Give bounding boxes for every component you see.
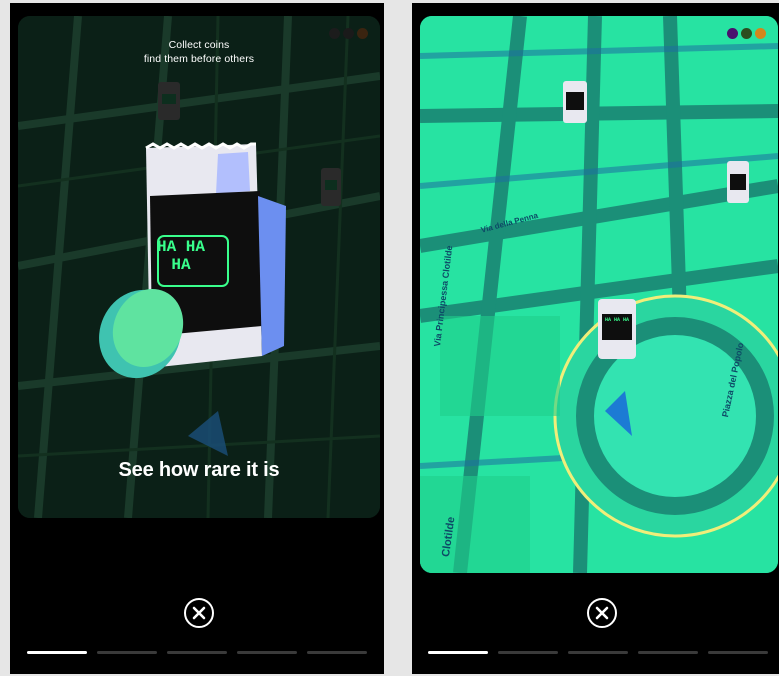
dark-map-screen: Collect coins find them before others HA… (18, 16, 380, 518)
close-button[interactable] (587, 598, 617, 628)
dot-3 (755, 28, 766, 39)
close-icon (192, 606, 206, 620)
progress-segment (638, 651, 698, 654)
map-pack-center[interactable] (598, 299, 636, 359)
map-pack-right[interactable] (727, 161, 749, 203)
dot-1 (727, 28, 738, 39)
close-button[interactable] (184, 598, 214, 628)
caption-top-line-1: Collect coins (168, 39, 230, 51)
small-pack-right[interactable] (321, 168, 341, 206)
progress-segment (237, 651, 297, 654)
close-icon (595, 606, 609, 620)
progress-segment (167, 651, 227, 654)
bright-map-screen: HA HA HA Via Principessa Clotilde Piazza… (420, 16, 778, 573)
dot-3 (357, 28, 368, 39)
progress-segment (307, 651, 367, 654)
page-dots (727, 28, 766, 39)
caption-top: Collect coins find them before others (18, 38, 380, 66)
onboarding-panel-right: HA HA HA Via Principessa Clotilde Piazza… (412, 3, 779, 674)
progress-bar (27, 651, 367, 654)
dot-1 (329, 28, 340, 39)
progress-segment (498, 651, 558, 654)
caption-top-line-2: find them before others (143, 53, 255, 65)
bright-map (420, 16, 778, 573)
pack-label: HA HA HA (156, 238, 205, 274)
page-dots (329, 28, 368, 39)
pack-label: HA HA HA (604, 317, 629, 323)
progress-segment (568, 651, 628, 654)
dot-2 (741, 28, 752, 39)
caption-bottom: See how rare it is (118, 459, 280, 481)
progress-segment (97, 651, 157, 654)
progress-segment (428, 651, 488, 654)
onboarding-panel-left: Collect coins find them before others HA… (10, 3, 384, 674)
progress-bar (428, 651, 768, 654)
small-pack-top[interactable] (158, 82, 180, 120)
progress-segment (27, 651, 87, 654)
map-pack-top[interactable] (563, 81, 587, 123)
dot-2 (343, 28, 354, 39)
progress-segment (708, 651, 768, 654)
